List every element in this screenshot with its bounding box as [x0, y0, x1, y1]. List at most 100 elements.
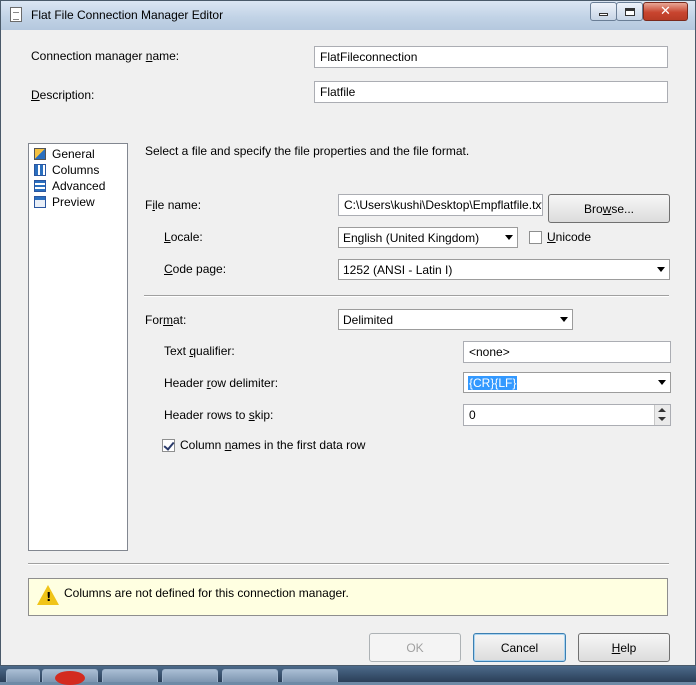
button-access-key: w [602, 201, 612, 216]
button-access-key: H [611, 640, 621, 655]
code-page-label: Code page: [164, 262, 226, 276]
browse-button[interactable]: Bro w se... [548, 194, 670, 223]
taskbar-button[interactable] [102, 669, 158, 682]
nav-item-preview[interactable]: Preview [34, 194, 95, 210]
label-access-key: C [164, 262, 173, 276]
footer-divider [28, 563, 669, 565]
label-part: Header rows to [164, 408, 249, 422]
document-icon [10, 7, 22, 22]
label-part: ualifier: [196, 344, 235, 358]
nav-item-advanced[interactable]: Advanced [34, 178, 105, 194]
label-part: ocale: [170, 230, 203, 244]
label-part: at: [173, 313, 187, 327]
button-label-part: Bro [583, 201, 603, 216]
window-title: Flat File Connection Manager Editor [31, 8, 224, 22]
close-icon: ✕ [660, 4, 671, 19]
help-button[interactable]: Help [578, 633, 670, 662]
taskbar-button[interactable] [282, 669, 338, 682]
dropdown-value: Delimited [343, 313, 394, 327]
button-label-part: se... [611, 201, 635, 216]
minimize-button[interactable] [590, 2, 617, 21]
ok-button[interactable]: OK [369, 633, 461, 662]
taskbar-button[interactable] [222, 669, 278, 682]
label-part: Header [164, 376, 207, 390]
locale-label: Locale: [164, 230, 203, 244]
taskbar-button[interactable] [6, 669, 40, 682]
text-qualifier-input[interactable]: <none> [463, 341, 671, 363]
cancel-button[interactable]: Cancel [473, 633, 566, 662]
header-row-delimiter-label: Header row delimiter: [164, 376, 278, 390]
taskbar [0, 666, 696, 685]
nav-item-label: Columns [52, 163, 100, 177]
label-part: nicode [555, 230, 592, 244]
label-part: Column [180, 438, 225, 452]
label-part: ode page: [172, 262, 227, 276]
chevron-down-icon [657, 267, 665, 272]
title-bar[interactable]: Flat File Connection Manager Editor ✕ [1, 1, 695, 30]
app-icon [55, 671, 85, 685]
unicode-label: Unicode [547, 230, 591, 244]
label-part: le name: [155, 198, 202, 212]
instructions-text: Select a file and specify the file prope… [145, 144, 470, 158]
warning-icon-mark: ! [46, 590, 52, 604]
columns-icon [34, 164, 46, 176]
label-part: Connection manager [31, 49, 146, 63]
label-part: kip: [254, 408, 274, 422]
header-row-delimiter-dropdown[interactable]: {CR}{LF} [463, 372, 671, 393]
column-names-checkbox[interactable] [162, 439, 175, 452]
input-value: <none> [469, 345, 510, 359]
label-part: For [145, 313, 163, 327]
page-navigation-list: General Columns Advanced Preview [28, 143, 128, 551]
file-name-input[interactable]: C:\Users\kushi\Desktop\Empflatfile.txt [338, 194, 543, 216]
maximize-button[interactable] [616, 2, 643, 21]
spin-up-icon[interactable] [658, 408, 666, 412]
label-access-key: L [164, 230, 171, 244]
label-access-key: U [547, 230, 556, 244]
nav-item-label: Advanced [52, 179, 106, 193]
text-qualifier-label: Text qualifier: [164, 344, 235, 358]
description-input[interactable]: Flatfile [314, 81, 668, 103]
button-label: Cancel [500, 640, 539, 655]
input-value: Flatfile [320, 85, 356, 99]
label-part: Text [164, 344, 190, 358]
input-value: FlatFileconnection [320, 50, 418, 64]
spin-buttons[interactable] [654, 405, 670, 425]
unicode-checkbox[interactable] [529, 231, 542, 244]
close-button[interactable]: ✕ [643, 2, 688, 21]
button-label: OK [406, 640, 424, 655]
general-icon [34, 148, 46, 160]
advanced-icon [34, 180, 46, 192]
format-dropdown[interactable]: Delimited [338, 309, 573, 330]
label-part: escription: [39, 88, 95, 102]
header-rows-to-skip-stepper[interactable]: 0 [463, 404, 671, 426]
minimize-icon [599, 13, 608, 16]
connection-manager-name-input[interactable]: FlatFileconnection [314, 46, 668, 68]
nav-item-columns[interactable]: Columns [34, 162, 99, 178]
taskbar-button[interactable] [42, 669, 98, 685]
nav-item-general[interactable]: General [34, 146, 95, 162]
format-label: Format: [145, 313, 186, 327]
dropdown-value: {CR}{LF} [468, 376, 518, 390]
description-label: Description: [31, 88, 94, 102]
label-access-key: D [31, 88, 40, 102]
spin-down-icon[interactable] [658, 417, 666, 421]
preview-icon [34, 196, 46, 208]
chevron-down-icon [505, 235, 513, 240]
label-part: ame: [152, 49, 180, 63]
taskbar-button[interactable] [162, 669, 218, 682]
label-access-key: m [163, 313, 173, 327]
code-page-dropdown[interactable]: 1252 (ANSI - Latin I) [338, 259, 670, 280]
nav-item-label: Preview [52, 195, 95, 209]
label-part: ow delimiter: [210, 376, 279, 390]
dropdown-value: 1252 (ANSI - Latin I) [343, 263, 453, 277]
input-value: 0 [469, 408, 476, 422]
column-names-label: Column names in the first data row [180, 438, 365, 452]
file-name-label: File name: [145, 198, 201, 212]
maximize-icon [624, 7, 635, 16]
header-rows-to-skip-label: Header rows to skip: [164, 408, 273, 422]
checkmark-icon [163, 439, 175, 451]
locale-dropdown[interactable]: English (United Kingdom) [338, 227, 518, 248]
label-part: ames in the first data row [231, 438, 366, 452]
nav-item-label: General [52, 147, 95, 161]
section-divider [144, 295, 669, 297]
